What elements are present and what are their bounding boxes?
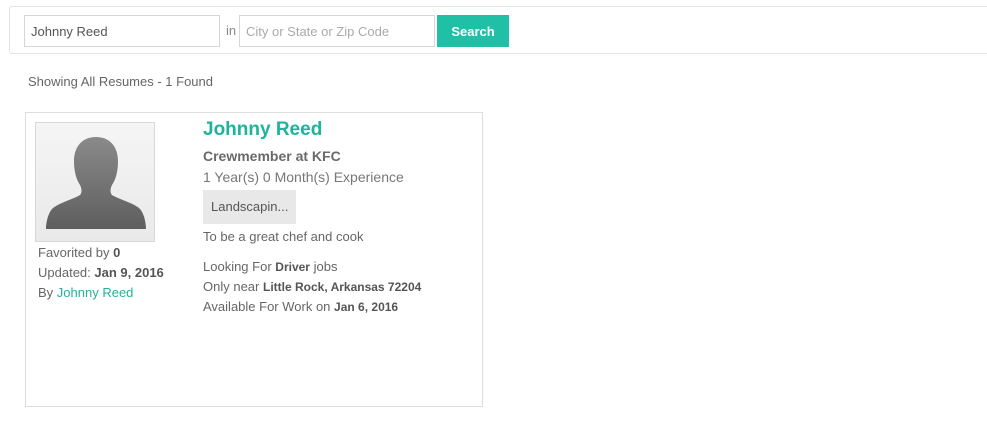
person-silhouette-icon	[46, 137, 146, 229]
experience: 1 Year(s) 0 Month(s) Experience	[203, 169, 404, 185]
posted-by: By Johnny Reed	[38, 285, 133, 300]
search-button[interactable]: Search	[437, 15, 509, 47]
keyword-input[interactable]	[24, 15, 220, 47]
avatar[interactable]	[35, 122, 155, 242]
near-location: Little Rock, Arkansas 72204	[263, 280, 422, 294]
job-title: Crewmember at KFC	[203, 148, 341, 164]
resume-summary: To be a great chef and cook	[203, 229, 364, 244]
resume-card: Favorited by 0 Updated: Jan 9, 2016 By J…	[25, 112, 483, 407]
by-label: By	[38, 285, 54, 300]
skill-tag[interactable]: Landscapin...	[203, 190, 297, 224]
favorited-by: Favorited by 0	[38, 245, 120, 260]
favorited-count: 0	[113, 245, 121, 260]
looking-prefix: Looking For	[203, 259, 272, 274]
results-summary: Showing All Resumes - 1 Found	[28, 74, 213, 89]
available-date: Jan 6, 2016	[334, 300, 399, 314]
location-preference: Only near Little Rock, Arkansas 72204	[203, 279, 421, 294]
search-bar: in Search	[9, 6, 987, 54]
near-prefix: Only near	[203, 279, 260, 294]
updated-date: Updated: Jan 9, 2016	[38, 265, 164, 280]
location-input[interactable]	[239, 15, 435, 47]
looking-job: Driver	[275, 260, 310, 274]
author-link[interactable]: Johnny Reed	[57, 285, 134, 300]
favorited-label: Favorited by	[38, 245, 110, 260]
updated-label: Updated:	[38, 265, 91, 280]
in-label: in	[226, 23, 237, 38]
candidate-name-link[interactable]: Johnny Reed	[203, 119, 322, 141]
availability: Available For Work on Jan 6, 2016	[203, 299, 398, 314]
available-prefix: Available For Work on	[203, 299, 331, 314]
updated-value: Jan 9, 2016	[94, 265, 164, 280]
looking-for: Looking For Driver jobs	[203, 259, 337, 274]
looking-suffix: jobs	[313, 259, 338, 274]
